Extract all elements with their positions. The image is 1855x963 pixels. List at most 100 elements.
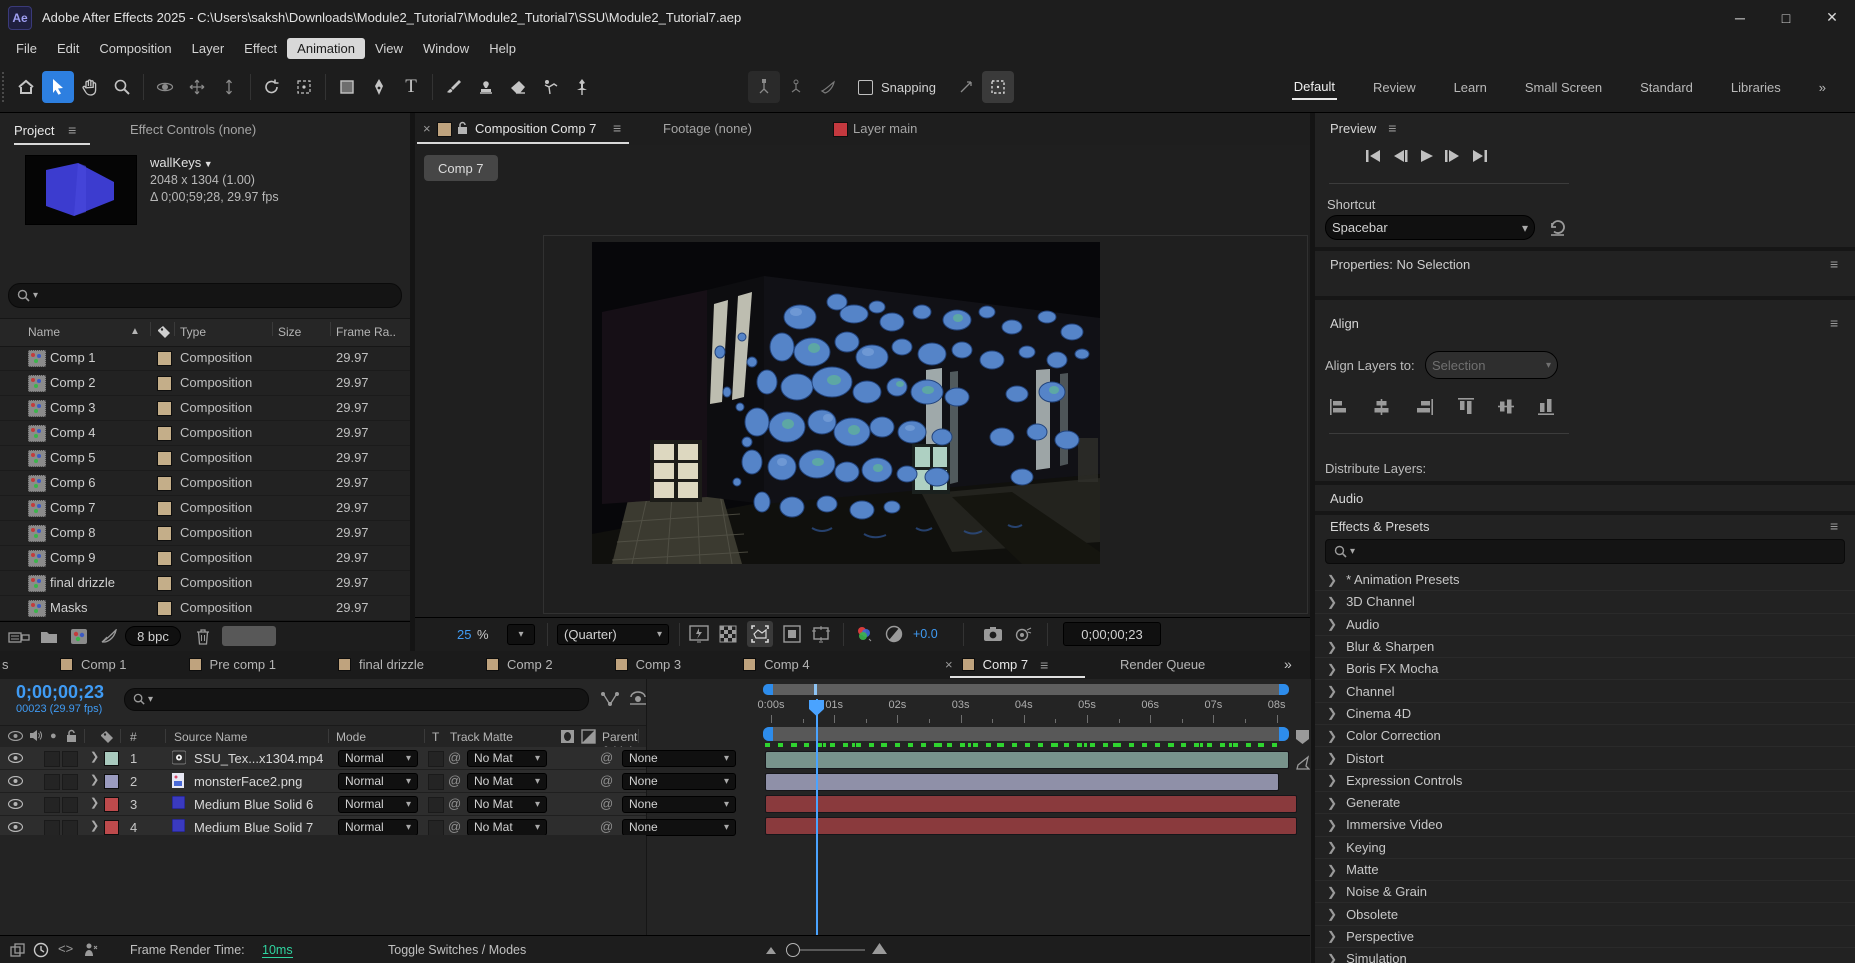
align-center-horizontal-icon[interactable] — [1372, 399, 1391, 415]
column-source-name[interactable]: Source Name — [174, 730, 247, 744]
tab-composition[interactable]: Composition Comp 7 — [475, 121, 596, 136]
menu-item-edit[interactable]: Edit — [47, 38, 89, 59]
snap-guides-icon[interactable] — [950, 71, 982, 103]
show-snapshot-icon[interactable] — [1015, 626, 1033, 642]
layer-row[interactable]: ❯ 2 monsterFace2.png Normal▾ @ No Mat▾ @… — [0, 770, 646, 793]
effects-category-generate[interactable]: ❯Generate — [1315, 792, 1855, 814]
project-item-row[interactable]: Comp 8 Composition 29.97 — [0, 521, 410, 546]
tab-overflow-icon[interactable]: » — [1284, 656, 1292, 672]
project-item-row[interactable]: Masks Composition 29.97 — [0, 596, 410, 621]
effects-category-cinema-4d[interactable]: ❯Cinema 4D — [1315, 703, 1855, 725]
item-label-swatch[interactable] — [157, 401, 172, 416]
workspace-tab-small-screen[interactable]: Small Screen — [1523, 76, 1604, 99]
solo-switch-well[interactable] — [62, 797, 78, 813]
layer-visibility-eye-icon[interactable] — [8, 822, 23, 832]
column-type[interactable]: Type — [180, 325, 206, 339]
column-track-matte[interactable]: Track Matte — [450, 730, 513, 744]
close-tab-icon[interactable]: × — [423, 121, 431, 136]
align-top-icon[interactable] — [1458, 397, 1474, 416]
zoom-tool[interactable] — [106, 71, 138, 103]
layer-row[interactable]: ❯ 3 Medium Blue Solid 6 Normal▾ @ No Mat… — [0, 793, 646, 816]
timeline-panel-menu-icon[interactable]: ≡ — [1040, 657, 1048, 673]
shy-icon[interactable] — [628, 691, 648, 709]
exposure-value[interactable]: +0.0 — [913, 627, 938, 641]
project-search-input[interactable]: ▾ — [8, 283, 402, 308]
trash-icon[interactable] — [196, 628, 210, 645]
layer-duration-bar[interactable] — [765, 795, 1297, 813]
t-switch-well[interactable] — [428, 797, 444, 813]
parent-link-dropdown[interactable]: None▾ — [622, 750, 736, 767]
layer-visibility-eye-icon[interactable] — [8, 776, 23, 786]
brush-tool[interactable] — [438, 71, 470, 103]
item-label-swatch[interactable] — [157, 451, 172, 466]
zoom-value[interactable]: 25 — [457, 627, 471, 642]
project-item-row[interactable]: Comp 1 Composition 29.97 — [0, 346, 410, 371]
effects-category-audio[interactable]: ❯Audio — [1315, 614, 1855, 636]
timeline-search-input[interactable]: ▾ — [124, 688, 589, 711]
workspace-tab-learn[interactable]: Learn — [1452, 76, 1489, 99]
minimize-button[interactable]: ─ — [1717, 1, 1763, 35]
timeline-tab-active[interactable]: × Comp 7 ≡ — [945, 651, 1048, 678]
zoom-dropdown[interactable]: ▾ — [507, 624, 535, 645]
selection-tool[interactable] — [42, 71, 74, 103]
pan-camera-tool[interactable] — [181, 71, 213, 103]
navigator-end-handle[interactable] — [1279, 684, 1289, 695]
close-button[interactable]: ✕ — [1809, 1, 1855, 35]
layer-source-name[interactable]: Medium Blue Solid 6 — [194, 797, 313, 812]
item-label-swatch[interactable] — [157, 601, 172, 616]
menu-item-composition[interactable]: Composition — [89, 38, 181, 59]
effects-category-matte[interactable]: ❯Matte — [1315, 859, 1855, 881]
play-button[interactable] — [1419, 149, 1434, 163]
comp-button-icon[interactable] — [1296, 755, 1310, 770]
effects-category-keying[interactable]: ❯Keying — [1315, 837, 1855, 859]
audio-switch-well[interactable] — [44, 797, 60, 813]
layer-visibility-eye-icon[interactable] — [8, 753, 23, 763]
column-name[interactable]: Name — [28, 325, 60, 339]
timeline-tab-comp-4[interactable]: Comp 4 — [743, 651, 810, 678]
item-label-swatch[interactable] — [157, 351, 172, 366]
preview-panel-menu-icon[interactable]: ≡ — [1388, 120, 1396, 136]
effects-category-immersive-video[interactable]: ❯Immersive Video — [1315, 814, 1855, 836]
timeline-tab-final-drizzle[interactable]: final drizzle — [338, 651, 424, 678]
render-queue-tab[interactable]: Render Queue — [1120, 657, 1205, 672]
composition-panel-menu-icon[interactable]: ≡ — [613, 120, 621, 136]
new-folder-icon[interactable] — [40, 629, 58, 644]
workspace-overflow-icon[interactable]: » — [1817, 76, 1828, 99]
layer-duration-bar[interactable] — [765, 817, 1297, 835]
track-matte-dropdown[interactable]: No Mat▾ — [467, 773, 547, 790]
timeline-zoom-knob[interactable] — [786, 943, 800, 957]
composition-mini-flowchart-icon[interactable] — [600, 691, 620, 708]
playhead-line[interactable] — [816, 699, 818, 957]
resolution-dropdown[interactable]: (Quarter)▾ — [557, 624, 669, 645]
project-item-row[interactable]: final drizzle Composition 29.97 — [0, 571, 410, 596]
column-t[interactable]: T — [432, 730, 439, 744]
hand-tool[interactable] — [74, 71, 106, 103]
effects-panel-menu-icon[interactable]: ≡ — [1830, 518, 1838, 534]
snapshot-camera-icon[interactable] — [983, 626, 1003, 642]
column-number[interactable]: # — [130, 730, 137, 744]
panel-resize-grip[interactable] — [222, 626, 276, 646]
effects-category-expression-controls[interactable]: ❯Expression Controls — [1315, 770, 1855, 792]
expand-chevron-icon[interactable]: ❯ — [90, 819, 99, 832]
blend-mode-dropdown[interactable]: Normal▾ — [338, 750, 418, 767]
column-mode[interactable]: Mode — [336, 730, 366, 744]
orbit-camera-tool[interactable] — [149, 71, 181, 103]
layer-source-name[interactable]: SSU_Tex...x1304.mp4 — [194, 751, 323, 766]
parent-pickwhip-icon[interactable]: @ — [600, 750, 613, 765]
timeline-tab-comp-1[interactable]: Comp 1 — [60, 651, 127, 678]
effects-category-boris-fx-mocha[interactable]: ❯Boris FX Mocha — [1315, 658, 1855, 680]
align-bottom-icon[interactable] — [1538, 397, 1554, 416]
tab-project[interactable]: Project — [14, 123, 54, 138]
matte-pickwhip-icon[interactable]: @ — [448, 796, 461, 811]
parent-link-dropdown[interactable]: None▾ — [622, 819, 736, 836]
effects-category-3d-channel[interactable]: ❯3D Channel — [1315, 591, 1855, 613]
effects-category-channel[interactable]: ❯Channel — [1315, 680, 1855, 702]
workspace-tab-standard[interactable]: Standard — [1638, 76, 1695, 99]
timeline-zoom-track[interactable] — [800, 949, 865, 951]
type-tool[interactable]: T — [395, 71, 427, 103]
menu-item-layer[interactable]: Layer — [182, 38, 235, 59]
menu-item-file[interactable]: File — [6, 38, 47, 59]
work-area-end-handle[interactable] — [1279, 727, 1289, 741]
mask-visibility-icon[interactable] — [783, 625, 801, 643]
expand-chevron-icon[interactable]: ❯ — [90, 796, 99, 809]
